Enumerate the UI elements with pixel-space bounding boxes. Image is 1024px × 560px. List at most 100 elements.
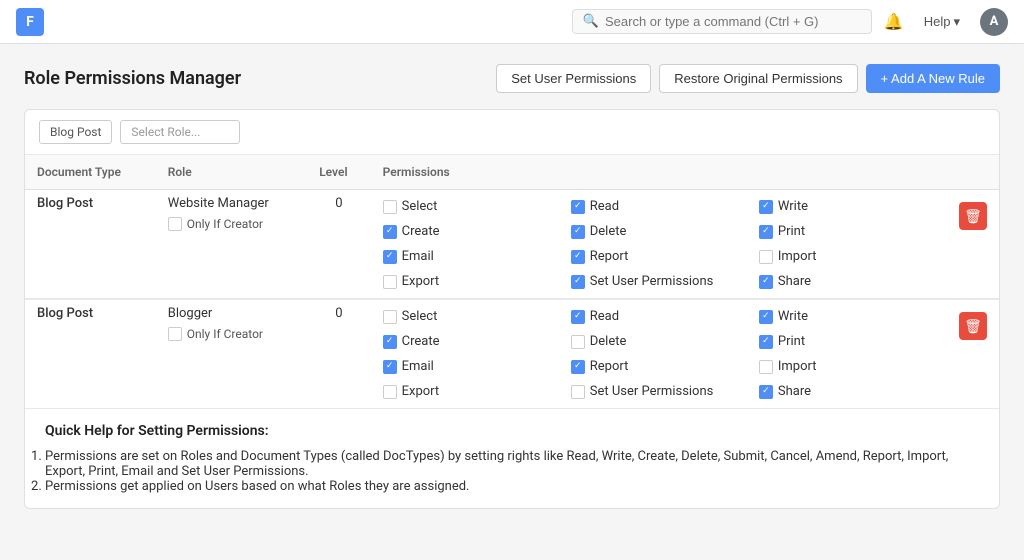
- permission-checkbox[interactable]: [759, 225, 773, 239]
- permission-label: Email: [402, 359, 434, 374]
- permission-label: Select: [402, 199, 438, 214]
- permission-item[interactable]: Print: [759, 221, 935, 242]
- only-if-creator[interactable]: Only If Creator: [168, 217, 295, 231]
- permission-item[interactable]: Delete: [571, 221, 747, 242]
- permission-label: Create: [402, 224, 440, 239]
- permission-label: Select: [402, 309, 438, 324]
- delete-row-button[interactable]: 🗑: [959, 202, 987, 230]
- only-if-creator-checkbox[interactable]: [168, 327, 182, 341]
- col-level: Level: [307, 155, 370, 190]
- level-cell: 0: [307, 299, 370, 408]
- permission-label: Set User Permissions: [590, 274, 714, 289]
- quick-help-item-2: Permissions get applied on Users based o…: [45, 479, 979, 494]
- permission-item[interactable]: Export: [383, 271, 559, 292]
- table-row: Blog PostWebsite Manager Only If Creator…: [25, 190, 999, 300]
- permission-checkbox[interactable]: [571, 275, 585, 289]
- quick-help-list: Permissions are set on Roles and Documen…: [45, 449, 979, 494]
- only-if-creator[interactable]: Only If Creator: [168, 327, 295, 341]
- permission-checkbox[interactable]: [383, 335, 397, 349]
- permission-item[interactable]: Report: [571, 246, 747, 267]
- permission-label: Delete: [590, 334, 627, 349]
- only-if-creator-label: Only If Creator: [187, 327, 263, 341]
- main-card: Blog Post Select Role... Document Type R…: [24, 109, 1000, 509]
- permission-item[interactable]: Set User Permissions: [571, 381, 747, 402]
- permission-item[interactable]: Share: [759, 271, 935, 292]
- permission-item[interactable]: Delete: [571, 331, 747, 352]
- permission-checkbox[interactable]: [759, 310, 773, 324]
- permission-checkbox[interactable]: [383, 275, 397, 289]
- permission-label: Export: [402, 384, 440, 399]
- permission-item[interactable]: Select: [383, 306, 559, 327]
- permission-checkbox[interactable]: [571, 385, 585, 399]
- permission-item[interactable]: Import: [759, 246, 935, 267]
- permission-item[interactable]: Create: [383, 331, 559, 352]
- permission-label: Share: [778, 384, 811, 399]
- set-user-permissions-button[interactable]: Set User Permissions: [496, 64, 651, 93]
- permission-checkbox[interactable]: [383, 250, 397, 264]
- add-new-rule-button[interactable]: + Add A New Rule: [866, 64, 1000, 93]
- permission-checkbox[interactable]: [571, 250, 585, 264]
- permission-item[interactable]: Email: [383, 356, 559, 377]
- permission-item[interactable]: Read: [571, 196, 747, 217]
- permission-item[interactable]: Print: [759, 331, 935, 352]
- permission-item[interactable]: Report: [571, 356, 747, 377]
- permission-item[interactable]: Email: [383, 246, 559, 267]
- permission-checkbox[interactable]: [383, 310, 397, 324]
- only-if-creator-checkbox[interactable]: [168, 217, 182, 231]
- doc-type-filter-tag[interactable]: Blog Post: [39, 120, 112, 144]
- permission-checkbox[interactable]: [571, 360, 585, 374]
- permission-checkbox[interactable]: [759, 385, 773, 399]
- search-input[interactable]: [605, 14, 861, 29]
- permission-checkbox[interactable]: [571, 225, 585, 239]
- delete-row-button[interactable]: 🗑: [959, 312, 987, 340]
- permission-checkbox[interactable]: [759, 275, 773, 289]
- role-filter-select[interactable]: Select Role...: [120, 120, 240, 144]
- permission-checkbox[interactable]: [759, 360, 773, 374]
- permission-checkbox[interactable]: [383, 200, 397, 214]
- only-if-creator-label: Only If Creator: [187, 217, 263, 231]
- chevron-down-icon: ▾: [953, 14, 960, 30]
- table-row: Blog PostBlogger Only If Creator 0 Selec…: [25, 299, 999, 408]
- permissions-table: Document Type Role Level Permissions Blo…: [25, 155, 999, 408]
- permission-item[interactable]: Import: [759, 356, 935, 377]
- permissions-grid: Select Read Write Create Delete Print Em…: [383, 196, 935, 292]
- permissions-cell: Select Read Write Create Delete Print Em…: [371, 299, 947, 408]
- permission-checkbox[interactable]: [759, 335, 773, 349]
- permission-item[interactable]: Create: [383, 221, 559, 242]
- permission-item[interactable]: Share: [759, 381, 935, 402]
- permission-checkbox[interactable]: [383, 225, 397, 239]
- col-doc-type: Document Type: [25, 155, 156, 190]
- col-permissions: Permissions: [371, 155, 947, 190]
- permission-checkbox[interactable]: [383, 360, 397, 374]
- app-logo: F: [16, 8, 44, 36]
- col-role: Role: [156, 155, 307, 190]
- permission-item[interactable]: Export: [383, 381, 559, 402]
- delete-col: 🗑: [947, 190, 999, 300]
- permission-item[interactable]: Set User Permissions: [571, 271, 747, 292]
- permission-item[interactable]: Read: [571, 306, 747, 327]
- restore-original-button[interactable]: Restore Original Permissions: [659, 64, 857, 93]
- role-name: Blogger: [168, 306, 295, 321]
- help-button[interactable]: Help ▾: [916, 10, 968, 34]
- avatar[interactable]: A: [980, 8, 1008, 36]
- permission-label: Read: [590, 199, 619, 214]
- role-cell: Blogger Only If Creator: [156, 299, 307, 408]
- permission-label: Write: [778, 309, 808, 324]
- permission-label: Set User Permissions: [590, 384, 714, 399]
- permission-checkbox[interactable]: [759, 200, 773, 214]
- permission-label: Delete: [590, 224, 627, 239]
- permission-item[interactable]: Write: [759, 196, 935, 217]
- permission-checkbox[interactable]: [571, 200, 585, 214]
- navbar-right: 🔍 🔔 Help ▾ A: [572, 8, 1008, 36]
- search-bar[interactable]: 🔍: [572, 9, 872, 34]
- permission-checkbox[interactable]: [759, 250, 773, 264]
- permission-label: Read: [590, 309, 619, 324]
- bell-icon[interactable]: 🔔: [884, 12, 904, 31]
- filter-bar: Blog Post Select Role...: [25, 110, 999, 155]
- doc-type-cell: Blog Post: [25, 190, 156, 300]
- permission-checkbox[interactable]: [571, 310, 585, 324]
- permission-checkbox[interactable]: [571, 335, 585, 349]
- permission-checkbox[interactable]: [383, 385, 397, 399]
- permission-item[interactable]: Select: [383, 196, 559, 217]
- permission-item[interactable]: Write: [759, 306, 935, 327]
